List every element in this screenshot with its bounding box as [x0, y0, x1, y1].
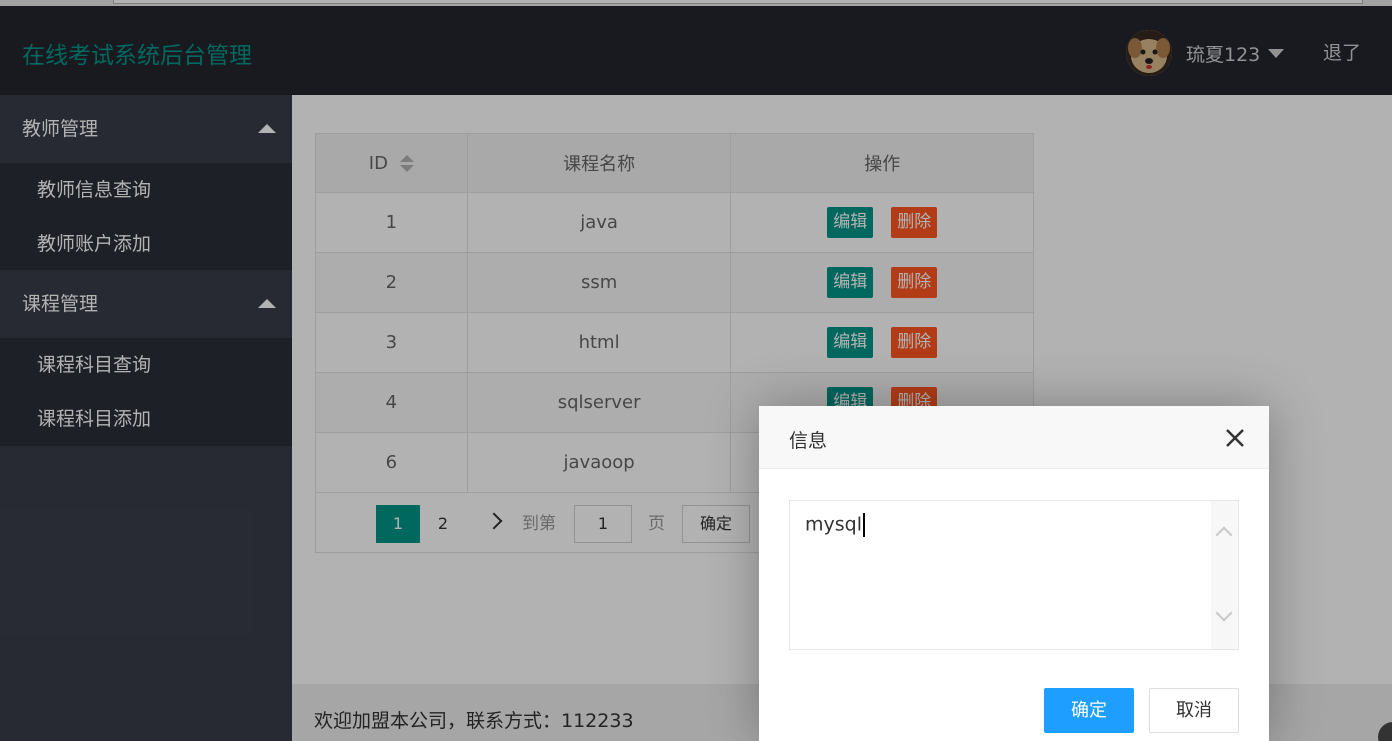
dialog-ok-button[interactable]: 确定 [1044, 688, 1134, 733]
chevron-down-icon[interactable] [1215, 604, 1233, 622]
prompt-dialog: 信息 mysql 确定 取消 [759, 406, 1269, 741]
dialog-title: 信息 [789, 430, 828, 452]
textarea-scrollbar[interactable] [1211, 501, 1238, 649]
text-cursor [863, 513, 865, 537]
close-icon[interactable] [1223, 426, 1247, 450]
textarea-value: mysql [805, 513, 865, 537]
dialog-header: 信息 [759, 406, 1269, 469]
chevron-up-icon[interactable] [1215, 526, 1233, 544]
dialog-textarea[interactable]: mysql [789, 500, 1239, 650]
dialog-cancel-button[interactable]: 取消 [1149, 688, 1239, 733]
